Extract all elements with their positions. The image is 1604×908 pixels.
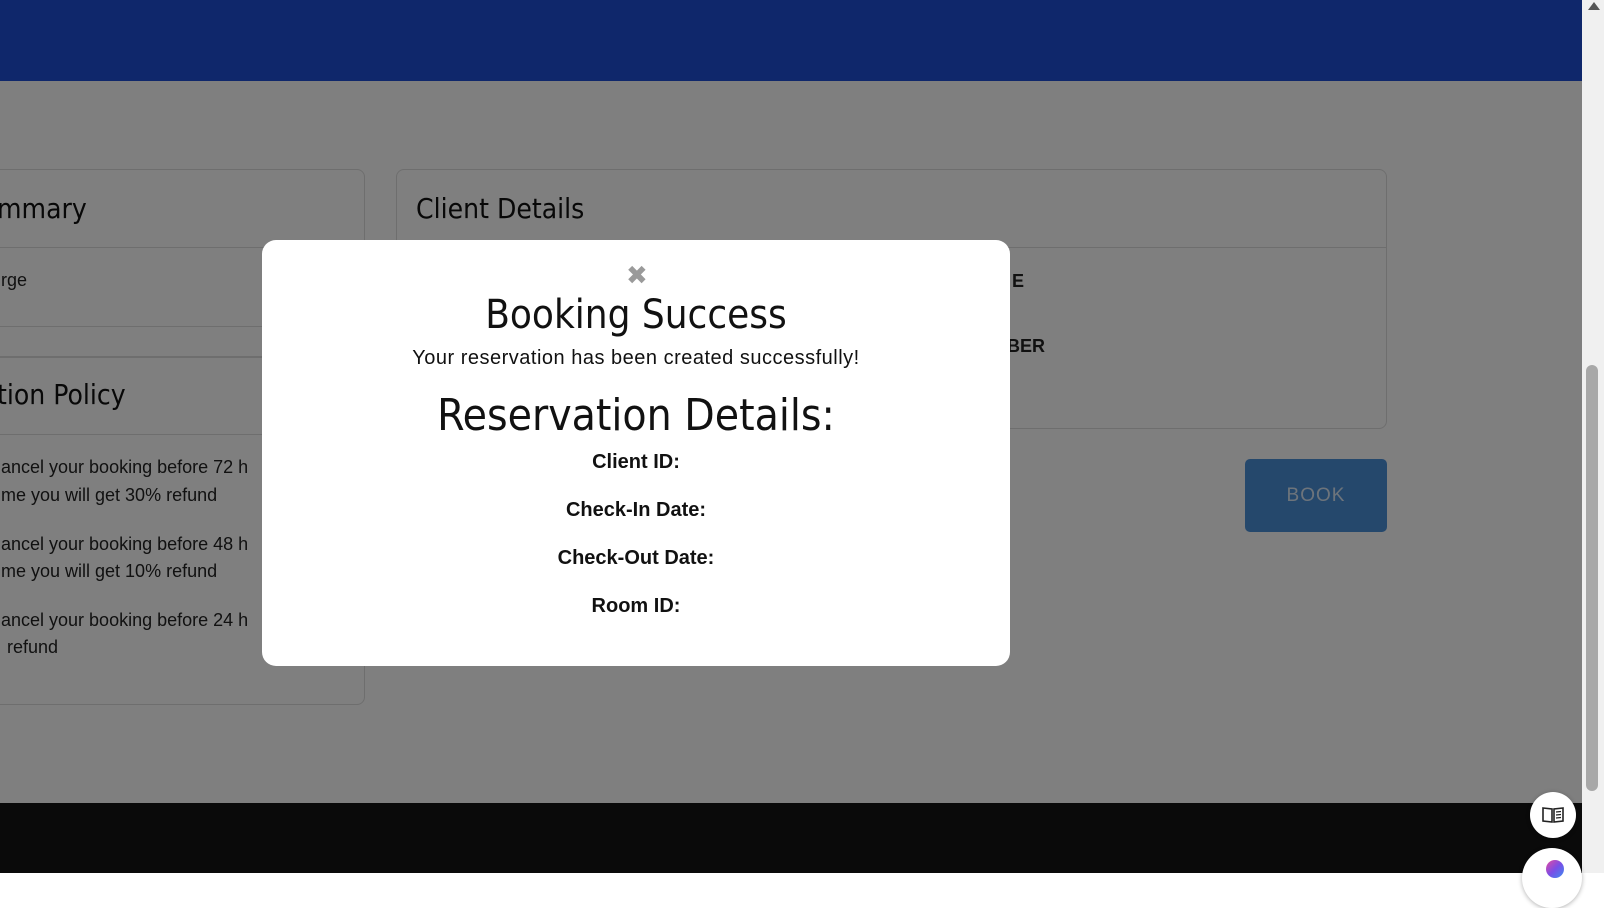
modal-title: Booking Success xyxy=(485,292,787,338)
book-open-icon xyxy=(1542,807,1564,823)
room-id-label: Room ID: xyxy=(591,595,681,617)
reservation-details-heading: Reservation Details: xyxy=(437,390,835,441)
close-icon[interactable]: ✖ xyxy=(626,263,648,289)
scrollbar-thumb[interactable] xyxy=(1586,365,1598,791)
checkin-date-label: Check-In Date: xyxy=(565,499,707,521)
assistant-logo-icon xyxy=(1546,860,1564,878)
checkout-date-label: Check-Out Date: xyxy=(557,547,715,569)
booking-success-modal: ✖ Booking Success Your reservation has b… xyxy=(262,240,1010,666)
reader-mode-button[interactable] xyxy=(1530,792,1576,838)
scroll-up-arrow-icon[interactable] xyxy=(1588,2,1600,10)
page: mmary rge tion Policy ancel your booking… xyxy=(0,0,1582,873)
modal-subtitle: Your reservation has been created succes… xyxy=(412,347,860,369)
client-id-label: Client ID: xyxy=(592,451,680,473)
assistant-button[interactable] xyxy=(1522,848,1582,908)
